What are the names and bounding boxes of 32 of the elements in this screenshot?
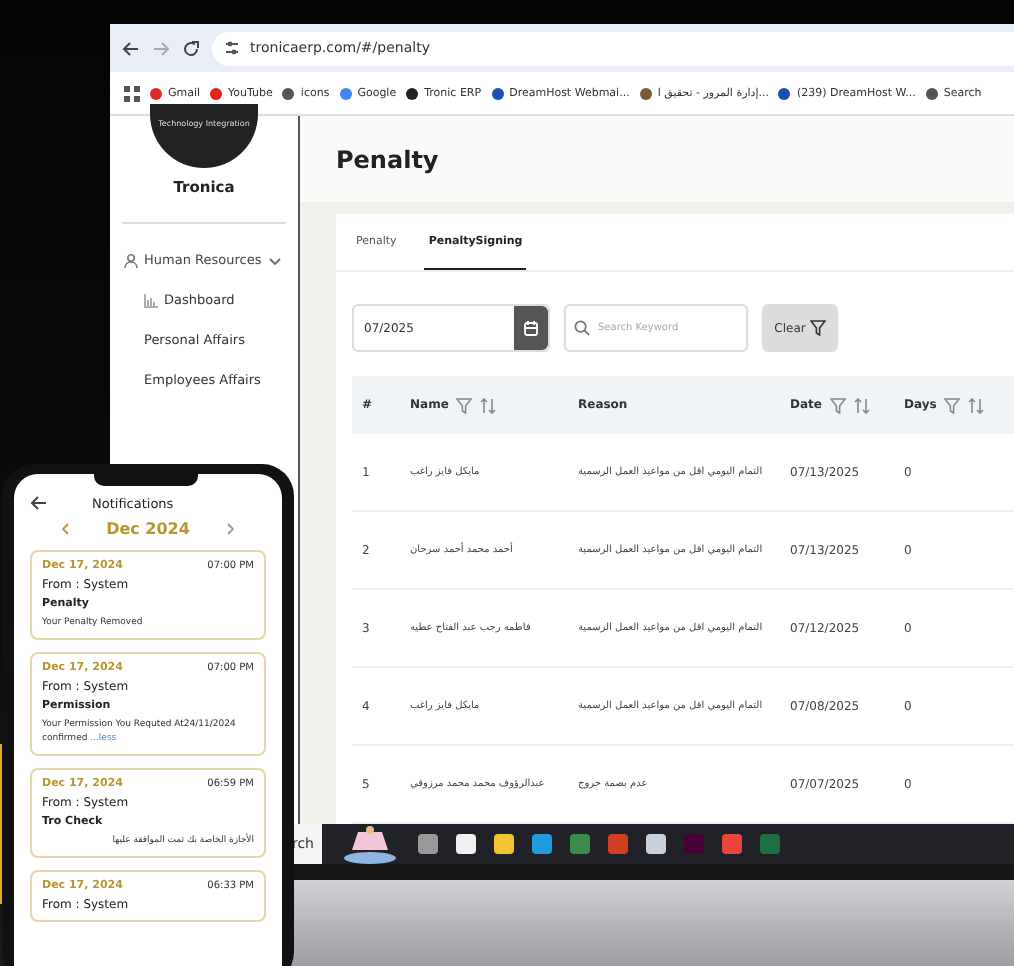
- bookmark-icon: [491, 87, 504, 99]
- bookmark-icon: [778, 87, 791, 99]
- apps-grid-icon: [124, 85, 140, 101]
- search-icon: [574, 320, 590, 336]
- bookmark-icon: [339, 87, 352, 99]
- back-button[interactable]: [122, 39, 140, 57]
- bookmark-icon: [639, 87, 652, 99]
- next-month-button[interactable]: [225, 522, 236, 536]
- page-title: Penalty: [336, 145, 439, 173]
- filter-icon: [456, 397, 473, 413]
- site-settings-icon: [224, 40, 240, 56]
- month-label: Dec 2024: [106, 520, 190, 538]
- person-icon: [124, 253, 138, 267]
- bookmark-icon: [210, 87, 223, 99]
- filter-icon: [944, 397, 961, 413]
- filter-clear-icon: [809, 320, 826, 336]
- bookmark-icon: [925, 87, 938, 99]
- sort-icon: [853, 397, 870, 413]
- reload-button[interactable]: [182, 39, 200, 57]
- figurine-drawing: [340, 824, 400, 864]
- previous-month-button[interactable]: [60, 522, 71, 536]
- calendar-icon: [524, 320, 538, 336]
- back-button[interactable]: [30, 494, 48, 512]
- sort-icon: [968, 397, 985, 413]
- calendar-button[interactable]: [514, 306, 548, 350]
- bookmark-icon: [150, 87, 162, 99]
- bookmark-icon: [282, 87, 295, 99]
- filter-icon: [829, 397, 846, 413]
- sort-icon: [480, 397, 497, 413]
- phone-notch: [94, 472, 198, 486]
- bookmark-icon: [406, 87, 419, 99]
- chart-icon: [144, 293, 158, 307]
